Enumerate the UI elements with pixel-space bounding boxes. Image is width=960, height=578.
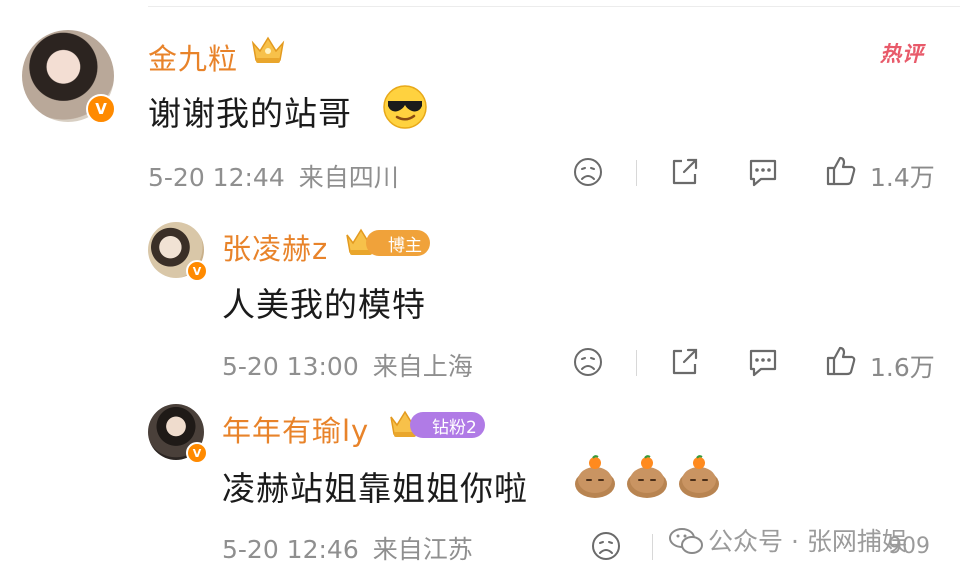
thumbs-up-icon[interactable] — [824, 154, 858, 188]
watermark-text: 公众号 · 张网捕娱 — [708, 527, 907, 556]
timestamp: 5-20 12:44 — [148, 163, 285, 192]
watermark-count: 909 — [888, 534, 930, 559]
comment-icon[interactable] — [746, 346, 780, 378]
share-icon[interactable] — [668, 346, 700, 378]
verified-badge: V — [186, 260, 208, 282]
wechat-icon — [669, 528, 703, 554]
divider — [636, 160, 637, 186]
like-count: 1.6万 — [870, 353, 935, 382]
avatar[interactable]: V — [148, 404, 208, 464]
hot-comment-label: 热评 — [880, 42, 924, 66]
comment-meta: 5-20 12:46 来自江苏 — [222, 530, 487, 566]
comment-meta: 5-20 12:44 来自四川 — [148, 158, 413, 194]
thumbs-up-icon[interactable] — [824, 344, 858, 378]
capybara-emoji — [575, 455, 615, 498]
share-icon[interactable] — [668, 156, 700, 188]
avatar[interactable]: V — [148, 222, 208, 282]
verified-badge: V — [186, 442, 208, 464]
capybara-emoji — [679, 455, 719, 498]
divider — [652, 534, 653, 560]
like-count: 1.4万 — [870, 163, 935, 192]
location: 来自四川 — [298, 163, 399, 192]
location: 来自上海 — [372, 352, 473, 381]
crown-icon — [251, 36, 285, 63]
cool-sunglasses-emoji — [383, 85, 427, 129]
comment-text: 人美我的模特 — [222, 285, 426, 324]
comment-meta: 5-20 13:00 来自上海 — [222, 347, 487, 383]
username[interactable]: 金九粒 — [148, 36, 238, 78]
timestamp: 5-20 12:46 — [222, 535, 359, 564]
sad-face-icon[interactable] — [572, 346, 604, 378]
divider — [636, 350, 637, 376]
capybara-emoji — [627, 455, 667, 498]
comment-text: 凌赫站姐靠姐姐你啦 — [222, 469, 528, 508]
comment-icon[interactable] — [746, 156, 780, 188]
username[interactable]: 年年有瑜ly — [222, 408, 369, 450]
timestamp: 5-20 13:00 — [222, 352, 359, 381]
comment-text: 谢谢我的站哥 — [148, 94, 352, 133]
verified-badge: V — [86, 94, 116, 124]
sad-face-icon[interactable] — [572, 156, 604, 188]
location: 来自江苏 — [372, 535, 473, 564]
top-divider — [148, 6, 960, 7]
sad-face-icon[interactable] — [590, 530, 622, 562]
blogger-badge: 博主 — [366, 230, 430, 256]
fan-level-badge: 钻粉2 — [410, 412, 485, 438]
username[interactable]: 张凌赫z — [222, 226, 328, 268]
avatar[interactable]: V — [22, 30, 116, 124]
